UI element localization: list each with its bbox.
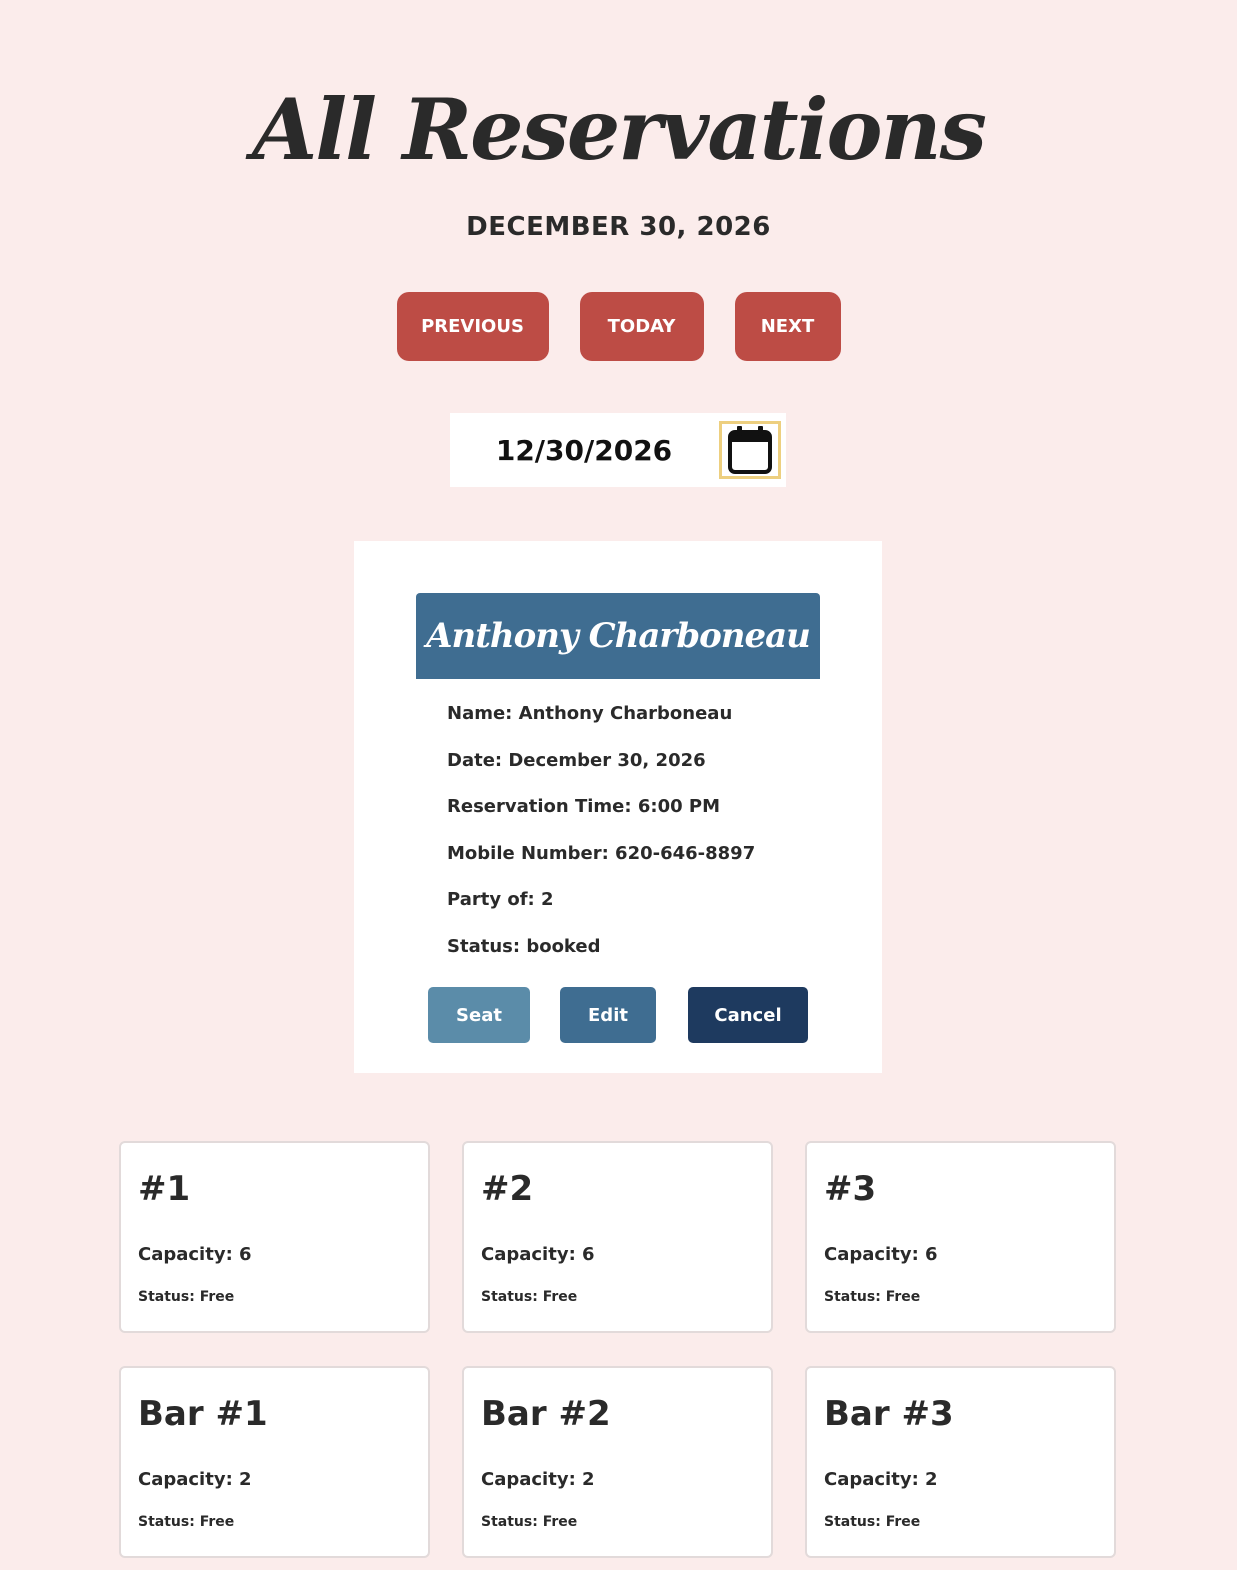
seat-button[interactable]: Seat — [428, 987, 530, 1043]
reservation-header: Anthony Charboneau — [416, 593, 820, 679]
reservation-header-name: Anthony Charboneau — [426, 616, 811, 656]
table-card: Bar #1 Capacity: 2 Status: Free — [119, 1366, 430, 1558]
table-name: Bar #3 — [824, 1394, 954, 1434]
table-capacity: Capacity: 2 — [824, 1469, 938, 1490]
detail-name: Name: Anthony Charboneau — [447, 703, 733, 724]
table-status: Status: Free — [481, 1289, 578, 1305]
table-capacity: Capacity: 2 — [481, 1469, 595, 1490]
edit-button[interactable]: Edit — [560, 987, 656, 1043]
table-name: #2 — [481, 1169, 534, 1209]
detail-status: Status: booked — [447, 935, 601, 957]
table-name: #3 — [824, 1169, 877, 1209]
reservation-card: Anthony Charboneau Name: Anthony Charbon… — [354, 541, 882, 1073]
reservation-actions: Seat Edit Cancel — [428, 987, 808, 1043]
table-status: Status: Free — [138, 1514, 235, 1530]
table-card: #3 Capacity: 6 Status: Free — [805, 1141, 1116, 1333]
table-name: #1 — [138, 1169, 191, 1209]
table-capacity: Capacity: 6 — [481, 1244, 595, 1265]
calendar-icon — [728, 426, 772, 474]
table-name: Bar #1 — [138, 1394, 268, 1434]
detail-party-size: Party of: 2 — [447, 889, 554, 911]
table-name: Bar #2 — [481, 1394, 611, 1434]
table-capacity: Capacity: 6 — [824, 1244, 938, 1265]
table-card: #2 Capacity: 6 Status: Free — [462, 1141, 773, 1333]
date-navigation: PREVIOUS TODAY NEXT — [0, 292, 1237, 361]
current-date-heading: DECEMBER 30, 2026 — [466, 212, 771, 242]
calendar-button[interactable] — [719, 421, 781, 479]
previous-button[interactable]: PREVIOUS — [396, 292, 549, 361]
table-capacity: Capacity: 6 — [138, 1244, 252, 1265]
table-status: Status: Free — [481, 1514, 578, 1530]
detail-date: Date: December 30, 2026 — [447, 749, 706, 771]
next-button[interactable]: NEXT — [734, 292, 841, 361]
detail-time: Reservation Time: 6:00 PM — [447, 796, 720, 818]
table-card: Bar #3 Capacity: 2 Status: Free — [805, 1366, 1116, 1558]
table-status: Status: Free — [824, 1289, 921, 1305]
table-card: Bar #2 Capacity: 2 Status: Free — [462, 1366, 773, 1558]
table-status: Status: Free — [824, 1514, 921, 1530]
page-title: All Reservations — [252, 80, 987, 179]
reservation-details: Name: Anthony Charboneau Date: December … — [447, 701, 755, 981]
date-picker — [450, 413, 786, 487]
detail-mobile: Mobile Number: 620-646-8897 — [447, 842, 756, 864]
table-card: #1 Capacity: 6 Status: Free — [119, 1141, 430, 1333]
cancel-button[interactable]: Cancel — [688, 987, 808, 1043]
table-status: Status: Free — [138, 1289, 235, 1305]
tables-grid: #1 Capacity: 6 Status: Free #2 Capacity:… — [119, 1141, 1117, 1558]
today-button[interactable]: TODAY — [579, 292, 704, 361]
date-input[interactable] — [450, 413, 718, 487]
table-capacity: Capacity: 2 — [138, 1469, 252, 1490]
